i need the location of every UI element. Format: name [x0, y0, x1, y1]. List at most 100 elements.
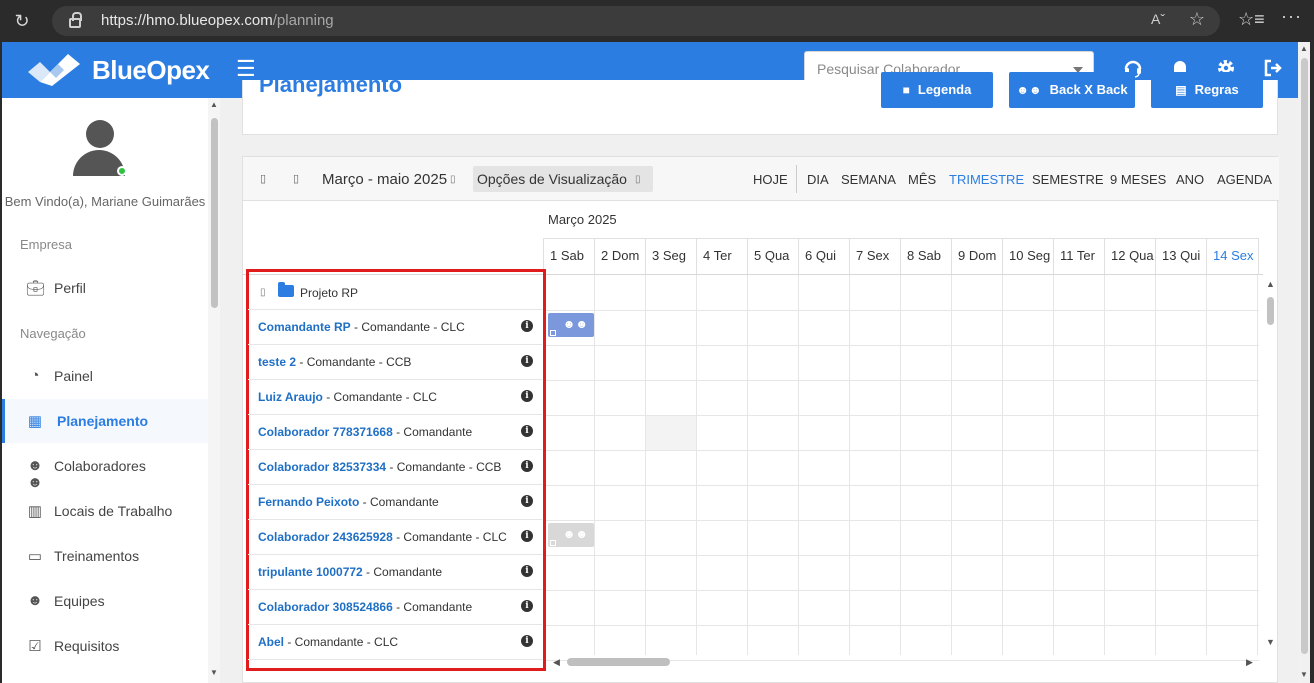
day-header-cell[interactable]: 3 Seg — [645, 239, 696, 275]
resource-label[interactable]: Abel - Comandante - CLC — [258, 635, 398, 649]
logout-icon[interactable] — [1263, 58, 1283, 78]
day-header-cell[interactable]: 14 Sex — [1206, 239, 1258, 275]
sidebar-scrollbar[interactable]: ▲ ▼ — [208, 98, 220, 683]
day-header-cell[interactable]: 8 Sab — [900, 239, 951, 275]
day-header-cell[interactable]: 2 Dom — [594, 239, 645, 275]
resource-row[interactable]: Colaborador 82537334 - Comandante - CCB i — [248, 450, 542, 485]
resource-label[interactable]: Colaborador 82537334 - Comandante - CCB — [258, 460, 501, 474]
scroll-thumb[interactable] — [211, 118, 218, 308]
scroll-up-icon[interactable]: ▲ — [1266, 279, 1275, 289]
day-header-cell[interactable]: 1 Sab — [543, 239, 594, 275]
resource-label[interactable]: Luiz Araujo - Comandante - CLC — [258, 390, 437, 404]
resource-row[interactable]: Colaborador 243625928 - Comandante - CLC… — [248, 520, 542, 555]
scroll-left-icon[interactable]: ◀ — [553, 657, 560, 668]
more-icon[interactable]: ··· — [1281, 6, 1302, 27]
info-icon[interactable]: i — [521, 460, 533, 472]
resource-name[interactable]: Colaborador 243625928 — [258, 530, 393, 544]
reload-icon[interactable]: ↻ — [10, 9, 34, 33]
grid-horizontal-scrollbar[interactable]: ◀ ▶ — [543, 655, 1259, 669]
menu-icon[interactable]: ☰ — [236, 56, 256, 82]
info-icon[interactable]: i — [521, 355, 533, 367]
logo-text[interactable]: BlueOpex — [92, 55, 210, 86]
day-header-cell[interactable]: 9 Dom — [951, 239, 1002, 275]
day-header-cell[interactable]: 5 Qua — [747, 239, 798, 275]
url-text[interactable]: https://hmo.blueopex.com/planning — [101, 12, 334, 29]
resource-row[interactable]: Abel - Comandante - CLC i — [248, 625, 542, 660]
resource-row[interactable]: tripulante 1000772 - Comandante i — [248, 555, 542, 590]
resource-name[interactable]: Comandante RP — [258, 320, 351, 334]
sidebar-item-equipes[interactable]: ☻ Equipes — [2, 579, 208, 623]
resource-label[interactable]: Colaborador 308524866 - Comandante — [258, 600, 472, 614]
resource-name[interactable]: Fernando Peixoto — [258, 495, 359, 509]
scroll-down-icon[interactable]: ▼ — [1300, 670, 1308, 679]
scroll-thumb[interactable] — [567, 658, 670, 666]
scroll-thumb[interactable] — [1301, 58, 1308, 654]
resource-label[interactable]: teste 2 - Comandante - CCB — [258, 355, 411, 369]
resource-row[interactable]: teste 2 - Comandante - CCB i — [248, 345, 542, 380]
scroll-down-icon[interactable]: ▼ — [210, 668, 218, 677]
shift-event[interactable]: ☻☻ — [548, 313, 594, 337]
read-aloud-icon[interactable]: Aˇ — [1151, 11, 1165, 27]
day-header-cell[interactable]: 10 Seg — [1002, 239, 1053, 275]
range-dia-button[interactable]: DIA — [807, 172, 829, 187]
info-icon[interactable]: i — [521, 425, 533, 437]
day-header-cell[interactable]: 4 Ter — [696, 239, 747, 275]
info-icon[interactable]: i — [521, 495, 533, 507]
sidebar-item-requisitos[interactable]: ☑ Requisitos — [2, 624, 208, 668]
resource-label[interactable]: Colaborador 778371668 - Comandante — [258, 425, 472, 439]
scroll-up-icon[interactable]: ▲ — [210, 100, 218, 109]
resource-label[interactable]: Colaborador 243625928 - Comandante - CLC — [258, 530, 507, 544]
period-dropdown-icon[interactable]: ▯ — [450, 174, 456, 185]
lock-icon[interactable] — [69, 12, 82, 28]
scroll-right-icon[interactable]: ▶ — [1246, 657, 1253, 668]
day-header-cell[interactable]: 7 Sex — [849, 239, 900, 275]
resource-name[interactable]: Colaborador 82537334 — [258, 460, 386, 474]
range-semestre-button[interactable]: SEMESTRE — [1032, 172, 1104, 187]
range-mes-button[interactable]: MÊS — [908, 172, 936, 187]
resource-label[interactable]: Comandante RP - Comandante - CLC — [258, 320, 465, 334]
resource-name[interactable]: Abel — [258, 635, 284, 649]
day-header-cell[interactable]: 11 Ter — [1053, 239, 1104, 275]
rules-button[interactable]: ▤ Regras — [1151, 72, 1263, 108]
day-header-cell[interactable]: 12 Qua — [1104, 239, 1155, 275]
favorites-icon[interactable]: ☆≡ — [1238, 9, 1265, 30]
address-bar[interactable]: https://hmo.blueopex.com/planning Aˇ ☆ — [52, 6, 1220, 36]
sidebar-item-painel[interactable]: ◔ Painel — [2, 354, 208, 398]
resource-row[interactable]: Luiz Araujo - Comandante - CLC i — [248, 380, 542, 415]
resource-label[interactable]: Fernando Peixoto - Comandante — [258, 495, 439, 509]
prev-icon[interactable]: ▯ — [260, 172, 266, 185]
shift-event-pending[interactable]: ☻☻ — [548, 523, 594, 547]
resource-row[interactable]: Comandante RP - Comandante - CLC i — [248, 310, 542, 345]
avatar[interactable] — [73, 120, 127, 178]
scroll-down-icon[interactable]: ▼ — [1266, 637, 1275, 647]
sidebar-item-perfil[interactable]: 💼︎ Perfil — [2, 266, 208, 310]
resource-name[interactable]: Colaborador 308524866 — [258, 600, 393, 614]
resource-name[interactable]: teste 2 — [258, 355, 296, 369]
range-trimestre-button[interactable]: TRIMESTRE — [949, 172, 1024, 187]
sidebar-item-treinamentos[interactable]: ▭ Treinamentos — [2, 534, 208, 578]
info-icon[interactable]: i — [521, 565, 533, 577]
resource-name[interactable]: tripulante 1000772 — [258, 565, 363, 579]
info-icon[interactable]: i — [521, 635, 533, 647]
info-icon[interactable]: i — [521, 530, 533, 542]
collapse-icon[interactable]: ▯ — [260, 287, 266, 298]
info-icon[interactable]: i — [521, 320, 533, 332]
view-options-button[interactable]: Opções de Visualização ▯ — [473, 166, 653, 192]
range-ano-button[interactable]: ANO — [1176, 172, 1204, 187]
resource-label[interactable]: tripulante 1000772 - Comandante — [258, 565, 442, 579]
resource-row[interactable]: Colaborador 308524866 - Comandante i — [248, 590, 542, 625]
logo-icon[interactable] — [28, 54, 80, 86]
info-icon[interactable]: i — [521, 600, 533, 612]
day-header-cell[interactable]: 6 Qui — [798, 239, 849, 275]
today-button[interactable]: HOJE — [753, 172, 788, 187]
range-agenda-button[interactable]: AGENDA — [1217, 172, 1272, 187]
resource-row[interactable]: Colaborador 778371668 - Comandante i — [248, 415, 542, 450]
legend-button[interactable]: ■ Legenda — [881, 72, 993, 108]
info-icon[interactable]: i — [521, 390, 533, 402]
sidebar-item-planejamento[interactable]: ▦ Planejamento — [2, 399, 208, 443]
scroll-up-icon[interactable]: ▲ — [1300, 44, 1308, 53]
project-row[interactable]: ▯ Projeto RP — [248, 275, 542, 310]
period-label[interactable]: Março - maio 2025 — [322, 171, 447, 188]
resource-row[interactable]: Fernando Peixoto - Comandante i — [248, 485, 542, 520]
day-header-cell[interactable]: 13 Qui — [1155, 239, 1206, 275]
